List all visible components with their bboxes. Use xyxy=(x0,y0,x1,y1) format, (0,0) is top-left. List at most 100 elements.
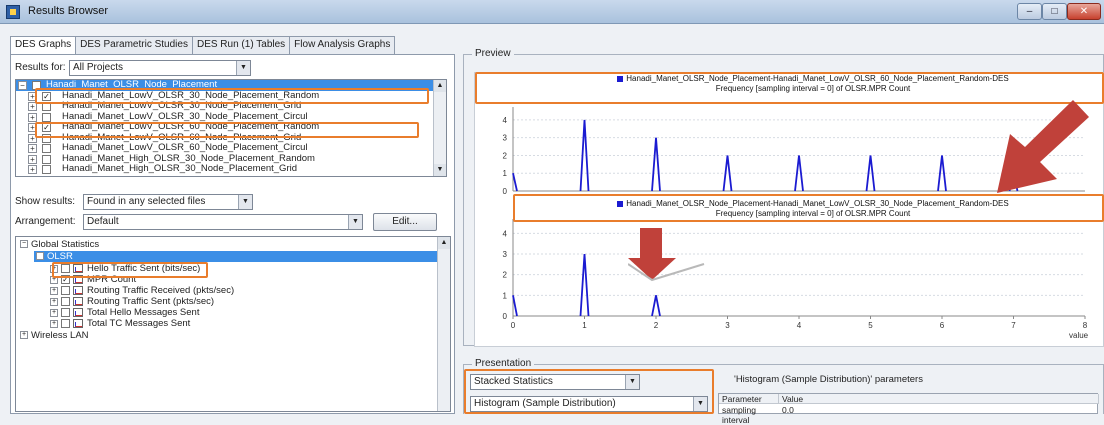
y-tick-label: 2 xyxy=(503,151,508,160)
expand-icon[interactable]: + xyxy=(28,165,37,174)
tree-label: Routing Traffic Sent (pkts/sec) xyxy=(87,296,215,308)
tree-item-total-hello[interactable]: + Total Hello Messages Sent xyxy=(50,308,199,318)
scenario-label: Hanadi_Manet_High_OLSR_30_Node_Placement… xyxy=(62,152,315,164)
tree-label: Global Statistics xyxy=(31,239,100,250)
scenario-scrollbar[interactable]: ▲ ▼ xyxy=(433,80,446,176)
collapse-icon[interactable]: − xyxy=(20,240,28,249)
x-tick-label: 0 xyxy=(511,321,516,330)
close-button[interactable]: ✕ xyxy=(1067,3,1101,20)
checkbox[interactable] xyxy=(61,286,70,295)
tree-global-statistics[interactable]: − Global Statistics xyxy=(20,240,99,250)
x-tick-label: 6 xyxy=(940,321,945,330)
highlight-presentation xyxy=(464,369,714,414)
annotation-arrow-diagonal xyxy=(997,100,1089,193)
tab-flow-analysis-graphs[interactable]: Flow Analysis Graphs xyxy=(289,36,396,54)
scenario-checkbox[interactable] xyxy=(42,112,51,122)
x-tick-label: 8 xyxy=(1083,321,1088,330)
results-for-label: Results for: xyxy=(15,62,66,73)
expand-icon[interactable]: + xyxy=(50,286,58,295)
y-tick-label: 4 xyxy=(503,229,508,238)
highlight-60-random xyxy=(35,122,419,138)
graph-icon xyxy=(73,319,83,328)
tree-label: OLSR xyxy=(47,251,73,262)
scenario-label: Hanadi_Manet_LowV_OLSR_30_Node_Placement… xyxy=(62,110,308,122)
tree-wireless-lan[interactable]: + Wireless LAN xyxy=(20,331,89,341)
graph-icon xyxy=(73,297,83,306)
param-header: Parameter xyxy=(719,394,779,404)
minimize-button[interactable]: – xyxy=(1017,3,1042,20)
graph-icon xyxy=(73,286,83,295)
expand-icon[interactable]: + xyxy=(28,144,37,153)
expand-icon[interactable]: + xyxy=(50,319,58,328)
params-table[interactable]: Parameter Value sampling interval 0.0 xyxy=(718,393,1099,425)
tree-label: Total TC Messages Sent xyxy=(87,318,191,330)
tab-bar: DES Graphs DES Parametric Studies DES Ru… xyxy=(10,36,396,54)
y-tick-label: 2 xyxy=(503,271,508,280)
arrangement-dropdown[interactable]: Default ▼ xyxy=(83,214,363,230)
y-tick-label: 0 xyxy=(503,312,508,321)
preview-label: Preview xyxy=(472,48,514,59)
checkbox[interactable] xyxy=(61,297,70,306)
highlight-legend-bottom xyxy=(513,194,1104,222)
tab-des-parametric-studies[interactable]: DES Parametric Studies xyxy=(75,36,193,54)
checkbox[interactable] xyxy=(61,319,70,328)
tab-des-graphs[interactable]: DES Graphs xyxy=(10,36,77,54)
chevron-down-icon: ▼ xyxy=(238,195,252,209)
presentation-label: Presentation xyxy=(472,358,535,369)
value-header: Value xyxy=(779,394,1099,404)
edit-button[interactable]: Edit... xyxy=(373,213,437,231)
y-tick-label: 3 xyxy=(503,250,508,259)
highlight-mpr-count xyxy=(52,262,208,278)
tree-row-highlight xyxy=(34,251,438,262)
x-tick-label: 3 xyxy=(725,321,730,330)
arrangement-label: Arrangement: xyxy=(15,216,76,227)
scroll-up-icon[interactable]: ▲ xyxy=(438,237,450,249)
chevron-down-icon: ▼ xyxy=(348,215,362,229)
maximize-button[interactable]: □ xyxy=(1042,3,1067,20)
checkbox[interactable] xyxy=(61,308,70,317)
collapse-icon[interactable]: − xyxy=(36,252,44,261)
collapse-icon[interactable]: − xyxy=(18,81,27,90)
tree-item-total-tc[interactable]: + Total TC Messages Sent xyxy=(50,319,190,329)
tab-des-run-tables[interactable]: DES Run (1) Tables xyxy=(191,36,291,54)
x-tick-label: 7 xyxy=(1011,321,1016,330)
expand-icon[interactable]: + xyxy=(28,154,37,164)
scroll-down-icon[interactable]: ▼ xyxy=(434,164,446,176)
expand-icon[interactable]: + xyxy=(50,308,58,317)
tree-olsr[interactable]: − OLSR xyxy=(36,252,73,262)
expand-icon[interactable]: + xyxy=(20,331,28,340)
show-results-label: Show results: xyxy=(15,196,76,207)
results-for-dropdown[interactable]: All Projects ▼ xyxy=(69,60,251,76)
scenario-checkbox[interactable] xyxy=(42,165,51,174)
app-icon xyxy=(6,5,20,19)
x-tick-label: 5 xyxy=(868,321,873,330)
expand-icon[interactable]: + xyxy=(50,297,58,306)
tree-label: Routing Traffic Received (pkts/sec) xyxy=(87,285,235,297)
results-for-value: All Projects xyxy=(73,62,124,73)
y-tick-label: 0 xyxy=(503,187,508,196)
tree-label: Wireless LAN xyxy=(31,330,89,341)
x-tick-label: 2 xyxy=(654,321,659,330)
x-tick-label: 1 xyxy=(582,321,587,330)
y-tick-label: 1 xyxy=(503,291,508,300)
annotation-arrow-down xyxy=(628,228,705,282)
y-tick-label: 4 xyxy=(503,116,508,125)
show-results-value: Found in any selected files xyxy=(87,196,206,207)
show-results-dropdown[interactable]: Found in any selected files ▼ xyxy=(83,194,253,210)
x-axis-unit: value xyxy=(1069,331,1089,340)
scroll-up-icon[interactable]: ▲ xyxy=(434,80,446,92)
scenario-checkbox[interactable] xyxy=(42,154,51,164)
tree-item-routing-sent[interactable]: + Routing Traffic Sent (pkts/sec) xyxy=(50,297,214,307)
des-graphs-panel: Results for: All Projects ▼ − Hanadi_Mane… xyxy=(10,54,455,414)
tree-item-routing-received[interactable]: + Routing Traffic Received (pkts/sec) xyxy=(50,286,234,296)
scenario-checkbox[interactable] xyxy=(42,144,51,153)
expand-icon[interactable]: + xyxy=(28,112,37,122)
tree-scrollbar[interactable]: ▲ xyxy=(437,237,450,411)
highlight-30-random xyxy=(35,88,429,104)
scenario-item[interactable]: + Hanadi_Manet_High_OLSR_30_Node_Placemen… xyxy=(16,163,446,175)
x-tick-label: 4 xyxy=(797,321,802,330)
scenario-label: Hanadi_Manet_High_OLSR_30_Node_Placement… xyxy=(62,163,298,174)
y-tick-label: 1 xyxy=(503,169,508,178)
title-bar: Results Browser – □ ✕ xyxy=(0,0,1104,24)
window-title: Results Browser xyxy=(28,5,109,17)
